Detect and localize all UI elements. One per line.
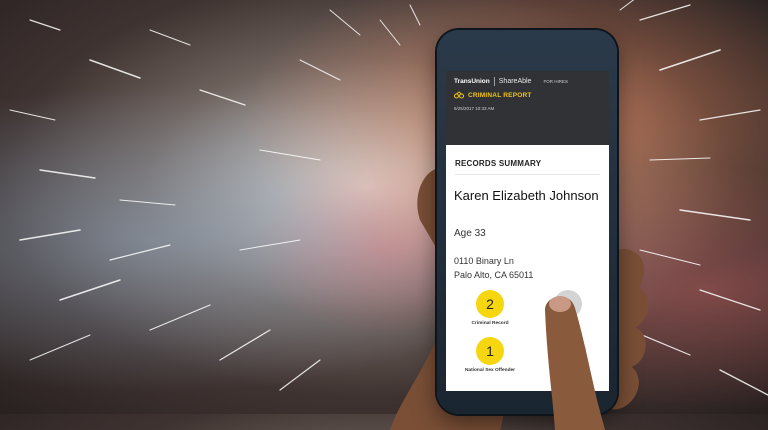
brand-divider: [493, 77, 495, 86]
handcuffs-icon: [454, 91, 464, 99]
section-divider: [455, 174, 600, 175]
person-name: Karen Elizabeth Johnson: [454, 188, 599, 203]
stat-label: Criminal Record: [471, 321, 509, 326]
records-summary-heading: RECORDS SUMMARY: [455, 159, 542, 168]
address-line-2: Palo Alto, CA 65011: [454, 270, 534, 280]
brand-logo: TransUnion: [454, 78, 490, 85]
stat-label: National Sex Offender: [464, 368, 516, 373]
product-suffix: FOR HIRES: [543, 79, 568, 84]
brand-row: TransUnion ShareAble FOR HIRES: [454, 77, 568, 86]
person-age: Age 33: [454, 228, 486, 239]
stat-count: 2: [476, 290, 504, 318]
report-date: 6/25/2017 10:33 AM: [454, 106, 495, 111]
address-line-1: 0110 Binary Ln: [454, 256, 514, 266]
report-title-row: CRIMINAL REPORT: [454, 91, 532, 99]
product-name: ShareAble: [498, 78, 532, 85]
stat-count: 1: [476, 337, 504, 365]
report-title: CRIMINAL REPORT: [468, 91, 532, 99]
stat-national-sex-offender[interactable]: 1 National Sex Offender: [456, 337, 524, 373]
stat-criminal-record[interactable]: 2 Criminal Record: [460, 290, 520, 326]
app-header: TransUnion ShareAble FOR HIRES CRIMINAL …: [446, 71, 609, 145]
pointing-finger: [545, 296, 605, 430]
